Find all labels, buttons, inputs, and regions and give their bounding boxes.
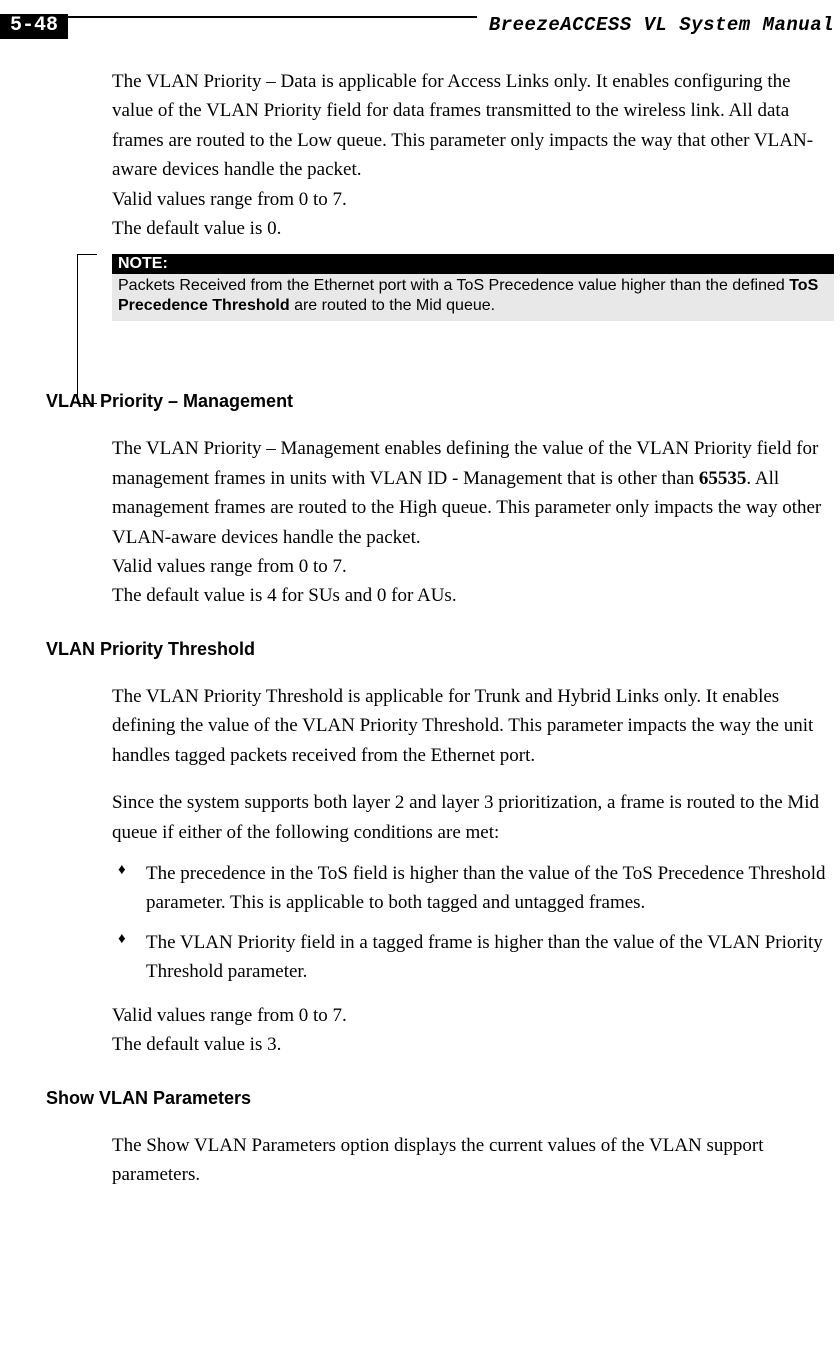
list-item: The precedence in the ToS field is highe… (112, 859, 834, 918)
s2-p2: Since the system supports both layer 2 a… (112, 788, 834, 847)
page-header: 5-48 BreezeACCESS VL System Manual (0, 0, 840, 39)
s2-default: The default value is 3. (112, 1030, 834, 1059)
intro-default: The default value is 0. (112, 214, 834, 243)
heading-show-vlan-parameters: Show VLAN Parameters (46, 1088, 834, 1109)
note-body-before: Packets Received from the Ethernet port … (118, 277, 789, 294)
intro-valid-values: Valid values range from 0 to 7. (112, 185, 834, 214)
header-rule (68, 16, 477, 18)
note-box: NOTE: Packets Received from the Ethernet… (112, 254, 834, 322)
heading-vlan-priority-threshold: VLAN Priority Threshold (46, 639, 834, 660)
note-label: NOTE: (112, 254, 834, 274)
s1-p1-bold: 65535 (699, 468, 747, 489)
s2-p1: The VLAN Priority Threshold is applicabl… (112, 682, 834, 770)
intro-paragraph: The VLAN Priority – Data is applicable f… (112, 67, 834, 185)
manual-title: BreezeACCESS VL System Manual (477, 14, 840, 36)
note-body-after: are routed to the Mid queue. (290, 297, 495, 314)
list-item: The VLAN Priority field in a tagged fram… (112, 928, 834, 987)
s1-paragraph: The VLAN Priority – Management enables d… (112, 434, 834, 552)
s2-valid-values: Valid values range from 0 to 7. (112, 1001, 834, 1030)
s1-valid-values: Valid values range from 0 to 7. (112, 552, 834, 581)
page-number: 5-48 (0, 14, 68, 39)
note-bracket (77, 254, 97, 404)
heading-vlan-priority-management: VLAN Priority – Management (46, 391, 834, 412)
s2-bullet-list: The precedence in the ToS field is highe… (112, 859, 834, 987)
s3-p1: The Show VLAN Parameters option displays… (112, 1131, 834, 1190)
s1-default: The default value is 4 for SUs and 0 for… (112, 581, 834, 610)
note-body: Packets Received from the Ethernet port … (112, 274, 834, 322)
